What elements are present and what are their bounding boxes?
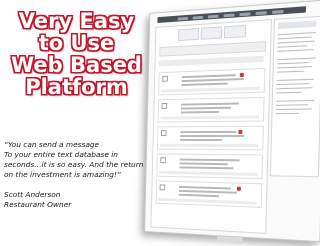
screenshot-checkbox [160, 130, 167, 137]
screenshot-text-line [180, 138, 223, 141]
quote-line-3: seconds…it is so easy. And the return [4, 160, 144, 169]
screenshot-text-line [179, 162, 228, 165]
screenshot-item-footer [161, 86, 260, 93]
screenshot-item-footer [160, 115, 260, 120]
screenshot-side-line [277, 45, 308, 49]
screenshot-message-panel [150, 19, 272, 242]
screenshot-side-line [275, 108, 312, 111]
quote-line-4: on the investment is amazing!” [4, 170, 121, 179]
screenshot-side-panel [269, 15, 320, 178]
platform-screenshot-frame [144, 0, 320, 243]
screenshot-nav-item [192, 15, 204, 20]
platform-screenshot [142, 0, 320, 243]
screenshot-nav-item [239, 11, 251, 16]
screenshot-side-line [275, 104, 308, 107]
quote-author: Scott Anderson [4, 190, 61, 199]
screenshot-text-line [178, 189, 237, 194]
screenshot-message-item [155, 180, 263, 208]
screenshot-text-line [178, 193, 219, 197]
quote-spacer [4, 180, 154, 190]
screenshot-checkbox [162, 75, 168, 82]
screenshot-text-line [181, 102, 240, 106]
screenshot-tab [223, 24, 247, 39]
screenshot-message-item [156, 125, 264, 151]
screenshot-list-header [159, 55, 264, 67]
screenshot-side-line [275, 112, 299, 115]
headline-line-1: Very Easy [18, 9, 135, 33]
screenshot-tab [178, 27, 200, 42]
screenshot-message-item [156, 153, 264, 180]
screenshot-text-line [180, 134, 245, 137]
headline-line-4: Platform [25, 75, 128, 99]
screenshot-message-item [157, 96, 265, 123]
quote-line-2: To your entire text database in [4, 150, 118, 159]
screenshot-text-line [181, 82, 228, 86]
screenshot-side-line [276, 66, 313, 69]
headline-line-3: Web Based [11, 53, 142, 77]
screenshot-item-footer [159, 170, 258, 176]
screenshot-text-line [179, 158, 240, 161]
quote-author-title: Restaurant Owner [4, 200, 72, 209]
screenshot-checkbox [160, 157, 166, 164]
screenshot-pager [216, 236, 243, 242]
screenshot-side-line [276, 83, 310, 86]
screenshot-message-item [158, 67, 266, 96]
screenshot-text-line [180, 110, 220, 114]
screenshot-nav-item [207, 14, 219, 18]
screenshot-toolbar [159, 41, 267, 57]
screenshot-status-mark [236, 186, 241, 191]
screenshot-side-line [276, 87, 313, 90]
screenshot-side-title [277, 20, 317, 30]
screenshot-side-line [277, 49, 314, 53]
screenshot-status-mark [238, 129, 243, 134]
screenshot-side-line [277, 31, 317, 36]
screenshot-side-line [277, 40, 315, 45]
screenshot-text-line [180, 106, 232, 110]
screenshot-text-line [181, 74, 236, 78]
headline: Very Easy to Use Web Based Platform [4, 10, 149, 98]
screenshot-side-line [276, 70, 305, 74]
screenshot-status-mark [239, 72, 244, 78]
screenshot-tab [200, 26, 223, 40]
screenshot-side-line [277, 57, 316, 61]
testimonial-quote: “You can send a message To your entire t… [4, 140, 154, 210]
screenshot-nav-item [255, 10, 267, 15]
screenshot-nav-item [272, 9, 284, 14]
screenshot-tabs [160, 24, 265, 42]
screenshot-text-line [179, 185, 231, 190]
screenshot-side-line [276, 61, 309, 65]
screenshot-item-footer [158, 197, 257, 205]
screenshot-checkbox [159, 184, 166, 191]
screenshot-text-line [180, 130, 237, 133]
screenshot-side-line [276, 78, 314, 82]
screenshot-text-line [179, 166, 234, 169]
screenshot-side-line [275, 99, 315, 103]
headline-line-2: to Use [38, 31, 115, 55]
screenshot-text-line [181, 77, 244, 82]
screenshot-item-footer [159, 143, 259, 148]
quote-line-1: “You can send a message [4, 140, 100, 149]
screenshot-nav-item [223, 13, 235, 17]
screenshot-nav-item [177, 16, 188, 21]
screenshot-side-line [277, 36, 312, 40]
screenshot-checkbox [161, 102, 168, 109]
screenshot-side-line [276, 91, 302, 94]
